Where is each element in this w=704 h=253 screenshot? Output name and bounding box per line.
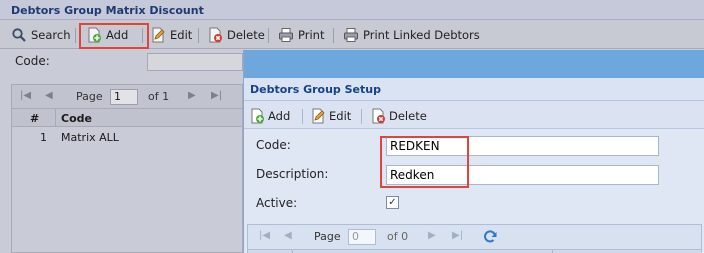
page-number-input[interactable]: 1 <box>110 89 138 105</box>
print-linked-debtors-button[interactable]: Print Linked Debtors <box>343 26 480 44</box>
dialog-toolbar: Add Edit Delete <box>244 101 704 129</box>
row-number: 1 <box>40 131 47 144</box>
code-filter-label: Code: <box>15 54 50 68</box>
refresh-icon[interactable] <box>482 229 498 245</box>
prev-page-icon[interactable]: ◀ <box>45 90 53 101</box>
edit-icon <box>310 108 326 124</box>
toolbar-separator <box>75 28 76 43</box>
print-icon <box>343 27 359 43</box>
page-count-label: of 0 <box>387 230 409 243</box>
active-checkbox[interactable]: ✓ <box>386 196 399 209</box>
active-label: Active: <box>256 196 298 210</box>
search-button[interactable]: Search <box>11 26 71 44</box>
code-label: Code: <box>256 138 291 152</box>
last-page-icon[interactable]: ▶| <box>211 90 222 101</box>
add-button-highlight <box>79 23 149 49</box>
column-divider <box>55 109 56 127</box>
last-page-icon[interactable]: ▶| <box>452 230 463 241</box>
delete-icon <box>207 27 223 43</box>
print-icon <box>278 27 294 43</box>
delete-icon <box>370 108 386 124</box>
delete-button[interactable]: Delete <box>207 26 265 44</box>
column-header-code[interactable]: Code <box>61 112 92 125</box>
dialog-edit-button[interactable]: Edit <box>310 107 351 125</box>
code-filter-input[interactable] <box>147 53 243 71</box>
code-description-highlight <box>380 136 469 188</box>
first-page-icon[interactable]: |◀ <box>20 90 31 101</box>
toolbar-separator <box>361 109 362 124</box>
grid-header: # Code <box>12 109 242 127</box>
table-row[interactable]: 1 Matrix ALL <box>12 127 242 147</box>
page-number-input[interactable]: 0 <box>348 229 376 245</box>
toolbar-separator <box>333 28 334 43</box>
dialog-header-bar[interactable] <box>244 50 704 78</box>
add-icon <box>249 108 265 124</box>
page-count-label: of 1 <box>148 90 170 103</box>
dialog-delete-button[interactable]: Delete <box>370 107 427 125</box>
toolbar-separator <box>198 28 199 43</box>
page-label: Page <box>314 230 341 243</box>
dialog-grid-pager: |◀ ◀ Page 0 of 0 ▶ ▶| <box>248 225 701 249</box>
column-header-number[interactable]: # <box>30 112 39 125</box>
page-label: Page <box>76 90 103 103</box>
edit-button[interactable]: Edit <box>150 26 192 44</box>
print-button[interactable]: Print <box>278 26 324 44</box>
dialog-title: Debtors Group Setup <box>250 83 381 96</box>
next-page-icon[interactable]: ▶ <box>428 230 436 241</box>
description-label: Description: <box>256 167 329 181</box>
panel-title-bar: Debtors Group Matrix Discount <box>0 0 704 20</box>
panel-title: Debtors Group Matrix Discount <box>11 4 204 17</box>
debtors-group-setup-dialog: Debtors Group Setup Add Edit Delete Code… <box>243 50 704 253</box>
next-page-icon[interactable]: ▶ <box>188 90 196 101</box>
matrix-grid: |◀ ◀ Page 1 of 1 ▶ ▶| # Code 1 Matrix AL… <box>11 84 243 253</box>
row-code: Matrix ALL <box>61 131 119 144</box>
prev-page-icon[interactable]: ◀ <box>284 230 292 241</box>
dialog-grid: |◀ ◀ Page 0 of 0 ▶ ▶| <box>247 224 702 253</box>
dialog-title-bar: Debtors Group Setup <box>244 78 704 101</box>
toolbar-separator <box>302 109 303 124</box>
first-page-icon[interactable]: |◀ <box>259 230 270 241</box>
toolbar-separator <box>268 28 269 43</box>
search-icon <box>11 27 27 43</box>
dialog-grid-header <box>248 249 701 253</box>
edit-icon <box>150 27 166 43</box>
dialog-add-button[interactable]: Add <box>249 107 290 125</box>
grid-pager: |◀ ◀ Page 1 of 1 ▶ ▶| <box>12 85 242 109</box>
